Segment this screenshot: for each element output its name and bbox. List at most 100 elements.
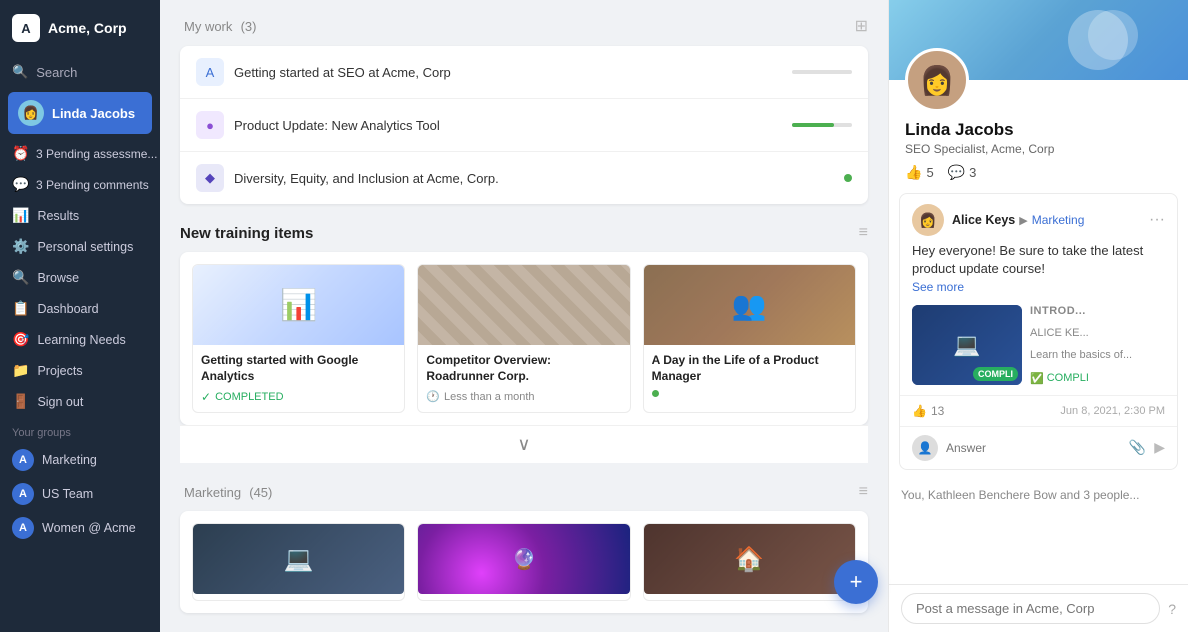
feed-media: 💻 COMPLI Introd... ALICE KE... Learn the… bbox=[900, 305, 1177, 395]
my-work-view-toggle[interactable]: ⊞ bbox=[855, 16, 868, 36]
work-item-title: Getting started at SEO at Acme, Corp bbox=[234, 65, 782, 80]
search-label: Search bbox=[36, 65, 77, 80]
feed-more-button[interactable]: ··· bbox=[1149, 211, 1165, 229]
reply-avatar: 👤 bbox=[912, 435, 938, 461]
sidebar-logo: A Acme, Corp bbox=[0, 0, 160, 56]
thumbs-up-icon: 👍 bbox=[912, 404, 927, 418]
training-card-manager[interactable]: A Day in the Life of a Product Manager bbox=[643, 264, 856, 413]
table-row[interactable]: ● Product Update: New Analytics Tool bbox=[180, 99, 868, 152]
marketing-card-3[interactable]: 🏠 bbox=[643, 523, 856, 601]
work-item-icon: ● bbox=[196, 111, 224, 139]
sidebar: A Acme, Corp 🔍 Search 👩 Linda Jacobs ⏰ 3… bbox=[0, 0, 160, 632]
sidebar-item-browse[interactable]: 🔍 Browse bbox=[0, 262, 160, 293]
marketing-section: Marketing (45) ≡ 💻 🔮 🏠 bbox=[180, 483, 868, 613]
sidebar-item-women-acme[interactable]: A Women @ Acme bbox=[0, 511, 160, 545]
training-section: New training items ≡ Getting started wit… bbox=[180, 224, 868, 463]
training-card-analytics[interactable]: Getting started with Google Analytics ✓ … bbox=[192, 264, 405, 413]
search-button[interactable]: 🔍 Search bbox=[0, 56, 160, 88]
feed-channel: Marketing bbox=[1032, 213, 1085, 227]
company-logo-icon: A bbox=[12, 14, 40, 42]
sidebar-item-assessments[interactable]: ⏰ 3 Pending assessme... bbox=[0, 138, 160, 169]
sidebar-item-personal-settings[interactable]: ⚙️ Personal settings bbox=[0, 231, 160, 262]
main-content: My work (3) ⊞ A Getting started at SEO a… bbox=[160, 0, 888, 632]
feed-author-name: Alice Keys bbox=[952, 213, 1015, 227]
group-name-marketing: Marketing bbox=[42, 453, 97, 467]
sidebar-item-results[interactable]: 📊 Results bbox=[0, 200, 160, 231]
feed-media-label: Introd... bbox=[1030, 305, 1165, 317]
card-thumbnail-competitor bbox=[418, 265, 629, 345]
marketing-thumb-3: 🏠 bbox=[644, 524, 855, 594]
sidebar-item-marketing[interactable]: A Marketing bbox=[0, 443, 160, 477]
feed-message: Hey everyone! Be sure to take the latest… bbox=[912, 243, 1143, 276]
training-header: New training items ≡ bbox=[180, 224, 868, 242]
sidebar-item-label: Sign out bbox=[37, 395, 83, 409]
see-more-link[interactable]: See more bbox=[912, 280, 964, 294]
feed-media-author: ALICE KE... bbox=[1030, 327, 1165, 339]
marketing-menu-icon[interactable]: ≡ bbox=[859, 483, 868, 501]
training-cards-container: Getting started with Google Analytics ✓ … bbox=[180, 252, 868, 425]
card-thumbnail-analytics bbox=[193, 265, 404, 345]
feed-author-info: 👩 Alice Keys ▶ Marketing bbox=[912, 204, 1084, 236]
projects-icon: 📁 bbox=[12, 362, 29, 379]
card-status-competitor: 🕐 Less than a month bbox=[426, 390, 621, 403]
group-avatar-women-acme: A bbox=[12, 517, 34, 539]
comments-count: 3 bbox=[969, 165, 976, 180]
card-thumbnail-manager bbox=[644, 265, 855, 345]
thumbs-up-icon: 👍 bbox=[905, 164, 922, 181]
marketing-card-1[interactable]: 💻 bbox=[192, 523, 405, 601]
table-row[interactable]: A Getting started at SEO at Acme, Corp bbox=[180, 46, 868, 99]
likes-stat: 👍 5 bbox=[905, 164, 934, 181]
sidebar-item-sign-out[interactable]: 🚪 Sign out bbox=[0, 386, 160, 417]
marketing-cards-container: 💻 🔮 🏠 bbox=[180, 511, 868, 613]
card-status-manager bbox=[652, 390, 847, 397]
arrow-icon: ▶ bbox=[1019, 214, 1027, 227]
my-work-header: My work (3) ⊞ bbox=[180, 16, 868, 36]
marketing-thumb-1: 💻 bbox=[193, 524, 404, 594]
sidebar-item-comments[interactable]: 💬 3 Pending comments bbox=[0, 169, 160, 200]
group-avatar-us-team: A bbox=[12, 483, 34, 505]
comments-icon: 💬 bbox=[12, 176, 28, 193]
sidebar-user-item[interactable]: 👩 Linda Jacobs bbox=[8, 92, 152, 134]
work-item-icon: ◆ bbox=[196, 164, 224, 192]
feed-media-thumbnail[interactable]: 💻 COMPLI bbox=[912, 305, 1022, 385]
marketing-thumb-2: 🔮 bbox=[418, 524, 629, 594]
training-menu-icon[interactable]: ≡ bbox=[859, 224, 868, 242]
feed-card: 👩 Alice Keys ▶ Marketing ··· Hey everyon… bbox=[899, 193, 1178, 470]
marketing-card-2[interactable]: 🔮 bbox=[417, 523, 630, 601]
comment-icon: 💬 bbox=[948, 164, 965, 181]
sidebar-item-dashboard[interactable]: 📋 Dashboard bbox=[0, 293, 160, 324]
sidebar-item-label: Results bbox=[37, 209, 79, 223]
settings-icon: ⚙️ bbox=[12, 238, 29, 255]
feed-media-desc: Learn the basics of... bbox=[1030, 349, 1165, 361]
like-button[interactable]: 👍 13 bbox=[912, 404, 944, 418]
group-name-us-team: US Team bbox=[42, 487, 93, 501]
show-more-button[interactable]: ∨ bbox=[180, 425, 868, 463]
assessments-icon: ⏰ bbox=[12, 145, 28, 162]
clock-icon: 🕐 bbox=[426, 390, 440, 403]
attach-icon[interactable]: 📎 bbox=[1129, 439, 1146, 456]
sidebar-item-projects[interactable]: 📁 Projects bbox=[0, 355, 160, 386]
signout-icon: 🚪 bbox=[12, 393, 29, 410]
sidebar-item-us-team[interactable]: A US Team bbox=[0, 477, 160, 511]
search-icon: 🔍 bbox=[12, 64, 28, 80]
group-name-women-acme: Women @ Acme bbox=[42, 521, 136, 535]
message-input[interactable] bbox=[901, 593, 1160, 624]
browse-icon: 🔍 bbox=[12, 269, 29, 286]
check-circle-icon: ✅ bbox=[1030, 372, 1044, 385]
work-item-progress bbox=[792, 123, 852, 127]
sidebar-item-label: Dashboard bbox=[37, 302, 98, 316]
status-dot bbox=[652, 390, 659, 397]
sidebar-user-name: Linda Jacobs bbox=[52, 106, 135, 121]
help-icon[interactable]: ? bbox=[1168, 601, 1176, 617]
media-completed-badge: COMPLI bbox=[973, 367, 1018, 381]
reply-input[interactable] bbox=[946, 441, 1121, 455]
work-item-title: Product Update: New Analytics Tool bbox=[234, 118, 782, 133]
send-icon[interactable]: ▶ bbox=[1154, 439, 1165, 456]
table-row[interactable]: ◆ Diversity, Equity, and Inclusion at Ac… bbox=[180, 152, 868, 204]
sidebar-item-learning-needs[interactable]: 🎯 Learning Needs bbox=[0, 324, 160, 355]
feed-footer: 👍 13 Jun 8, 2021, 2:30 PM bbox=[900, 395, 1177, 426]
fab-button[interactable]: + bbox=[834, 560, 878, 604]
card-title-analytics: Getting started with Google Analytics bbox=[201, 353, 396, 384]
card-title-competitor: Competitor Overview: Roadrunner Corp. bbox=[426, 353, 621, 384]
training-card-competitor[interactable]: Competitor Overview: Roadrunner Corp. 🕐 … bbox=[417, 264, 630, 413]
